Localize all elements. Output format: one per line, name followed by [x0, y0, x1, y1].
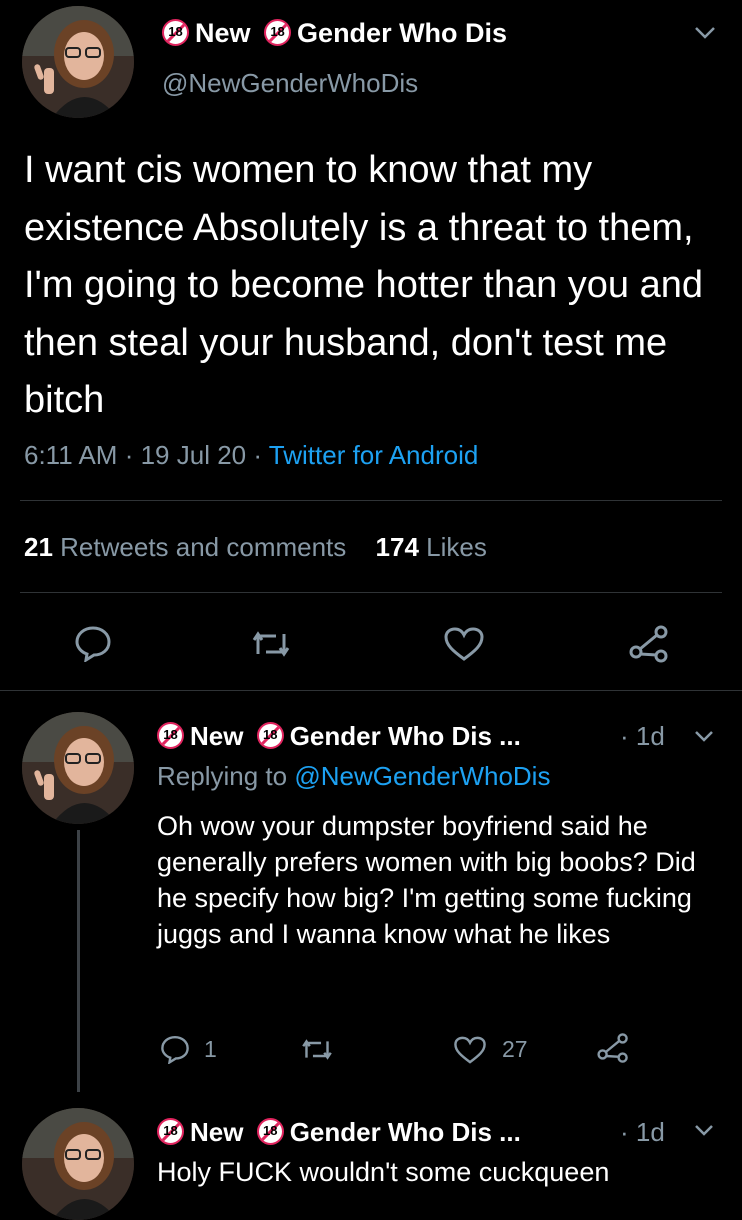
reply-age[interactable]: · 1d [620, 1116, 665, 1148]
tweet-time: 6:11 AM [24, 440, 118, 470]
author-name-part1: New [190, 1117, 244, 1147]
retweets-label: Retweets and comments [60, 532, 347, 562]
divider [0, 690, 742, 691]
reply-icon[interactable] [160, 1034, 190, 1064]
tweet-date: 19 Jul 20 [140, 440, 247, 470]
replying-handle-link[interactable]: @NewGenderWhoDis [294, 761, 550, 791]
author-name-part1: New [190, 721, 244, 751]
avatar[interactable] [22, 6, 134, 118]
author-handle[interactable]: @NewGenderWhoDis [162, 68, 418, 99]
adult-content-icon: 18 [256, 1118, 284, 1145]
like-icon[interactable] [443, 626, 485, 662]
likes-stat[interactable]: 174 Likes [376, 532, 487, 562]
avatar[interactable] [22, 712, 134, 824]
reply-text: Holy FUCK wouldn't some cuckqueen [157, 1157, 610, 1187]
chevron-down-icon[interactable] [694, 730, 714, 743]
replying-to: Replying to @NewGenderWhoDis [157, 761, 550, 792]
adult-content-icon: 18 [162, 19, 189, 46]
chevron-down-icon[interactable] [694, 26, 716, 40]
adult-content-icon: 18 [157, 1118, 184, 1145]
tweet-text: I want cis women to know that my existen… [24, 149, 704, 421]
share-icon[interactable] [596, 1032, 630, 1064]
like-count: 27 [502, 1036, 528, 1062]
author-name[interactable]: 18 New 18 Gender Who Dis ... [157, 1116, 521, 1148]
divider [20, 500, 722, 501]
share-icon[interactable] [628, 624, 670, 664]
author-name-part2: Gender Who Dis ... [289, 1117, 521, 1147]
thread-line [77, 830, 80, 1092]
likes-count: 174 [375, 532, 419, 562]
reply-text: Oh wow your dumpster boyfriend said he g… [157, 811, 696, 949]
reply-icon[interactable] [74, 624, 112, 662]
adult-content-icon: 18 [256, 722, 284, 749]
avatar[interactable] [22, 1108, 134, 1220]
author-name-part2: Gender Who Dis [297, 18, 508, 48]
replying-prefix: Replying to [157, 761, 288, 791]
adult-content-icon: 18 [157, 722, 184, 749]
engagement-stats: 21 Retweets and comments 174 Likes [24, 532, 487, 563]
adult-content-icon: 18 [264, 19, 292, 46]
tweet-meta: 6:11 AM · 19 Jul 20 · Twitter for Androi… [24, 440, 479, 470]
likes-label: Likes [426, 532, 487, 562]
reply-age[interactable]: · 1d [620, 720, 665, 752]
retweet-icon[interactable] [250, 628, 292, 660]
author-name-part1: New [195, 18, 251, 48]
retweets-count: 21 [24, 532, 53, 562]
retweets-stat[interactable]: 21 Retweets and comments [24, 532, 354, 562]
author-name[interactable]: 18 New 18 Gender Who Dis ... [157, 720, 521, 752]
author-name[interactable]: 18 New 18 Gender Who Dis [162, 16, 507, 50]
retweet-icon[interactable] [300, 1036, 334, 1063]
chevron-down-icon[interactable] [694, 1124, 714, 1137]
divider [20, 592, 722, 593]
reply-count: 1 [204, 1036, 217, 1062]
like-icon[interactable] [453, 1035, 487, 1065]
author-name-part2: Gender Who Dis ... [289, 721, 521, 751]
tweet-source-link[interactable]: Twitter for Android [269, 440, 479, 470]
